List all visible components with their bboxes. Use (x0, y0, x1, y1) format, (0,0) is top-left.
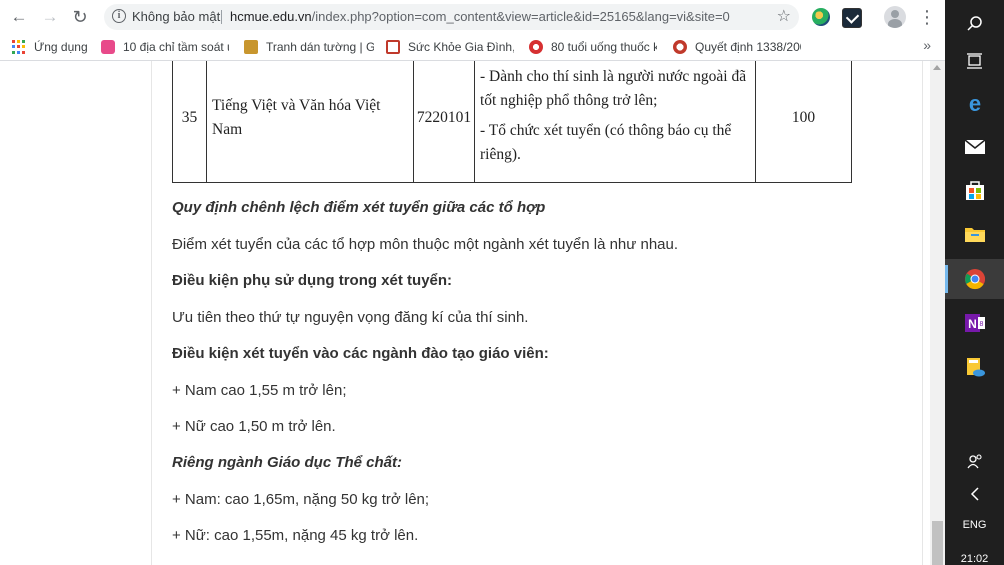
paragraph-male-height: + Nam cao 1,55 m trở lên; (172, 382, 347, 399)
forward-icon[interactable]: → (39, 6, 61, 28)
windows-taskbar: e N8 ENG 21:02 (945, 0, 1004, 565)
svg-text:N: N (968, 317, 977, 331)
cell-stt: 35 (172, 61, 207, 183)
edge-browser-icon[interactable]: e (945, 84, 1004, 124)
bookmark-label: 80 tuổi uống thuốc k (551, 40, 657, 54)
bookmark-item[interactable]: Sức Khỏe Gia Đình, c (386, 38, 514, 56)
bookmarks-bar: Ứng dụng 10 địa chỉ tầm soát u Tranh dán… (0, 34, 945, 61)
heading-physical-education: Riêng ngành Giáo dục Thể chất: (172, 454, 403, 471)
info-icon[interactable]: i (112, 9, 126, 23)
bookmark-item[interactable]: Quyết định 1338/200 (673, 38, 801, 56)
news-icon (386, 40, 400, 54)
scroll-thumb[interactable] (932, 521, 943, 565)
input-language-indicator[interactable]: ENG (945, 519, 1004, 531)
page-viewport: 35 Tiếng Việt và Văn hóa Việt Nam 722010… (0, 61, 930, 565)
apps-grid-icon (12, 40, 26, 54)
bookmark-label: Quyết định 1338/200 (695, 40, 801, 54)
profile-avatar-icon[interactable] (884, 6, 906, 28)
extension-check-icon[interactable] (842, 8, 862, 28)
mail-icon[interactable] (945, 127, 1004, 167)
extension-globe-icon[interactable] (812, 8, 830, 26)
url-path: /index.php?option=com_content&view=artic… (311, 9, 730, 24)
bookmark-label: Sức Khỏe Gia Đình, c (408, 40, 514, 54)
article-content: 35 Tiếng Việt và Văn hóa Việt Nam 722010… (151, 61, 923, 565)
condition-line: - Dành cho thí sinh là người nước ngoài … (480, 68, 747, 109)
security-label[interactable]: Không bảo mật (132, 9, 220, 24)
condition-line: - Tổ chức xét tuyển (có thông báo cụ thể… (480, 122, 732, 163)
svg-text:8: 8 (979, 321, 983, 328)
bookmark-label: 10 địa chỉ tầm soát u (123, 40, 229, 54)
cell-code: 7220101 (413, 61, 475, 183)
cell-conditions: - Dành cho thí sinh là người nước ngoài … (474, 61, 756, 183)
cell-major: Tiếng Việt và Văn hóa Việt Nam (206, 61, 414, 183)
heart-icon (101, 40, 115, 54)
cell-quota: 100 (755, 61, 852, 183)
bookmark-star-icon[interactable]: ☆ (777, 6, 791, 26)
url-text[interactable]: hcmue.edu.vn/index.php?option=com_conten… (230, 9, 730, 24)
address-bar[interactable]: i Không bảo mật hcmue.edu.vn/index.php?o… (104, 4, 799, 30)
paragraph-pe-male: + Nam: cao 1,65m, nặng 50 kg trở lên; (172, 491, 430, 508)
bookmark-apps[interactable]: Ứng dụng (12, 38, 88, 56)
omnibox-separator (221, 10, 222, 24)
clock-time[interactable]: 21:02 (945, 553, 1004, 565)
file-explorer-icon[interactable] (945, 214, 1004, 254)
heading-extra-conditions: Điều kiện phụ sử dụng trong xét tuyển: (172, 272, 453, 289)
onedrive-files-icon[interactable] (945, 347, 1004, 387)
url-domain: hcmue.edu.vn (230, 9, 312, 24)
paragraph-pe-female: + Nữ: cao 1,55m, nặng 45 kg trở lên. (172, 527, 419, 544)
table-row: 35 Tiếng Việt và Văn hóa Việt Nam 722010… (172, 61, 852, 183)
bookmarks-overflow-icon[interactable]: » (923, 37, 931, 53)
vertical-scrollbar[interactable] (930, 61, 945, 565)
chevron-left-icon[interactable] (945, 474, 1004, 514)
heading-score-difference: Quy định chênh lệch điểm xét tuyển giữa … (172, 199, 546, 216)
back-icon[interactable]: ← (8, 6, 30, 28)
health-icon (529, 40, 543, 54)
paragraph-score-difference: Điểm xét tuyển của các tổ hợp môn thuộc … (172, 236, 679, 253)
bookmark-item[interactable]: 10 địa chỉ tầm soát u (101, 38, 229, 56)
browser-toolbar: ← → ↻ i Không bảo mật hcmue.edu.vn/index… (0, 0, 945, 34)
chrome-taskbar-icon[interactable] (945, 259, 1004, 299)
svg-text:e: e (968, 93, 980, 115)
paragraph-female-height: + Nữ cao 1,50 m trở lên. (172, 418, 336, 435)
heading-teacher-conditions: Điều kiện xét tuyển vào các ngành đào tạ… (172, 345, 549, 362)
onenote-icon[interactable]: N8 (945, 303, 1004, 343)
seal-icon (673, 40, 687, 54)
store-icon[interactable] (945, 170, 1004, 210)
bookmark-item[interactable]: Tranh dán tường | Gi (244, 38, 374, 56)
search-icon[interactable] (945, 4, 1004, 44)
picture-icon (244, 40, 258, 54)
browser-window: ← → ↻ i Không bảo mật hcmue.edu.vn/index… (0, 0, 945, 565)
scroll-up-arrow-icon[interactable] (933, 65, 941, 70)
admission-table: 35 Tiếng Việt và Văn hóa Việt Nam 722010… (172, 61, 852, 183)
bookmark-label: Tranh dán tường | Gi (266, 40, 374, 54)
bookmark-item[interactable]: 80 tuổi uống thuốc k (529, 38, 657, 56)
task-view-icon[interactable] (945, 41, 1004, 81)
menu-kebab-icon[interactable]: ⋮ (918, 6, 936, 28)
bookmark-label: Ứng dụng (34, 40, 88, 54)
paragraph-extra-conditions: Ưu tiên theo thứ tự nguyện vọng đăng kí … (172, 309, 529, 326)
reload-icon[interactable]: ↻ (69, 6, 91, 28)
